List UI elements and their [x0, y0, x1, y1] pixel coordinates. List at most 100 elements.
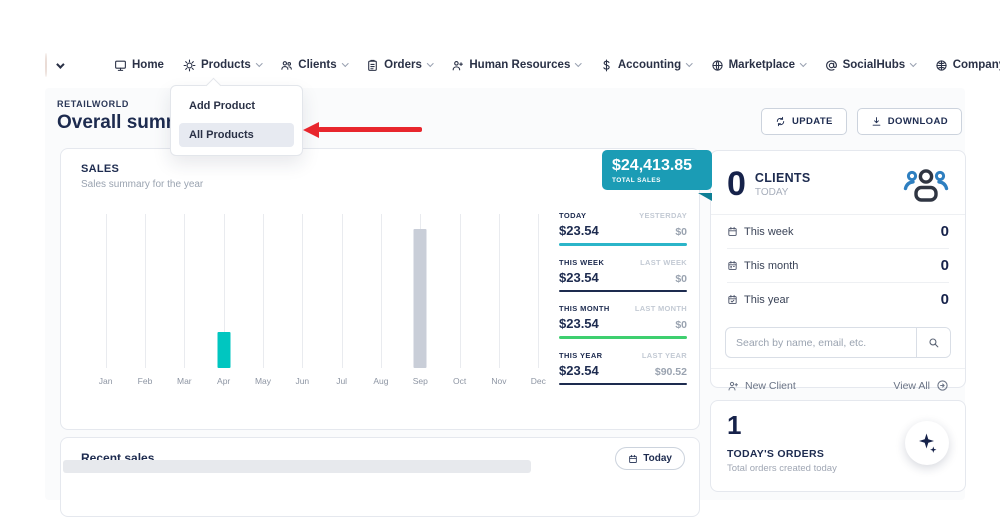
sales-card: SALES Sales summary for the year $24,413…	[60, 148, 700, 430]
nav-item-socialhubs[interactable]: SocialHubs	[825, 59, 916, 72]
nav-item-clients[interactable]: Clients	[280, 59, 347, 72]
badge-fold	[698, 193, 712, 201]
stat-compare-value: $0	[675, 273, 687, 285]
download-button[interactable]: DOWNLOAD	[857, 108, 962, 135]
nav-item-orders[interactable]: Orders	[366, 59, 432, 72]
chart-x-label: Apr	[204, 376, 243, 386]
gear-icon	[183, 59, 196, 72]
red-arrow-head	[303, 122, 319, 138]
chart-x-label: Mar	[165, 376, 204, 386]
chart-gridline	[499, 214, 500, 368]
clipboard-icon	[366, 59, 379, 72]
new-client-link[interactable]: New Client	[727, 380, 796, 392]
chart-x-label: Nov	[479, 376, 518, 386]
menu-item-add-product[interactable]: Add Product	[179, 94, 294, 118]
globe-grid-icon	[935, 59, 948, 72]
arrow-right-circle-icon	[936, 379, 949, 392]
today-filter-label: Today	[643, 453, 672, 464]
new-client-label: New Client	[745, 380, 796, 392]
client-search-button[interactable]	[916, 328, 950, 357]
update-button[interactable]: UPDATE	[761, 108, 847, 135]
chart-column: Dec	[519, 214, 558, 386]
chevron-down-icon	[427, 60, 433, 66]
chevron-down-icon	[256, 60, 262, 66]
chart-column: May	[243, 214, 282, 386]
stat-label: THIS YEAR	[559, 351, 602, 360]
clients-card: 0 CLIENTS TODAY This week 0 This mon	[710, 150, 966, 388]
stat-compare-label: YESTERDAY	[639, 211, 687, 220]
chart-x-label: Dec	[519, 376, 558, 386]
stat-value: $23.54	[559, 223, 599, 238]
refresh-icon	[775, 116, 786, 127]
chart-bar	[414, 229, 427, 368]
chart-column: Jul	[322, 214, 361, 386]
stat-value: $23.54	[559, 316, 599, 331]
recent-sales-card: Recent sales Today	[60, 437, 700, 517]
person-plus-icon	[727, 380, 739, 392]
total-sales-amount: $24,413.85	[612, 157, 702, 175]
calendar-icon	[628, 454, 638, 464]
stat-value: $23.54	[559, 270, 599, 285]
chart-x-label: Aug	[361, 376, 400, 386]
nav-item-human-resources[interactable]: Human Resources	[451, 59, 580, 72]
clients-row-label: This week	[744, 226, 794, 238]
chart-gridline	[460, 214, 461, 368]
chart-gridline	[184, 214, 185, 368]
sales-chart: JanFebMarAprMayJunJulAugSepOctNovDec	[86, 214, 558, 386]
nav-label: Products	[201, 59, 251, 71]
calendar-week-icon	[727, 226, 738, 237]
stat-underline	[559, 290, 687, 293]
chart-x-label: Jul	[322, 376, 361, 386]
chart-column: Aug	[361, 214, 400, 386]
chevron-down-icon	[342, 60, 348, 66]
at-sign-icon	[825, 59, 838, 72]
client-search	[725, 327, 951, 358]
total-sales-label: TOTAL SALES	[612, 177, 702, 184]
stat-value: $23.54	[559, 363, 599, 378]
stat-underline	[559, 383, 687, 386]
client-search-input[interactable]	[726, 328, 916, 357]
sales-card-subtitle: Sales summary for the year	[81, 179, 203, 190]
nav-label: Company	[953, 59, 1000, 71]
nav-label: Home	[132, 59, 164, 71]
nav-item-accounting[interactable]: Accounting	[600, 59, 692, 72]
nav-label: Clients	[298, 59, 336, 71]
chart-bar	[217, 332, 230, 368]
total-sales-badge: $24,413.85 TOTAL SALES	[602, 150, 712, 190]
chart-gridline	[106, 214, 107, 368]
stat-row-week: THIS WEEKLAST WEEK $23.54$0	[559, 258, 687, 293]
chart-column: Apr	[204, 214, 243, 386]
view-all-link[interactable]: View All	[893, 379, 949, 392]
chart-gridline	[302, 214, 303, 368]
breadcrumb: RETAILWORLD	[57, 99, 129, 109]
people-group-icon	[903, 164, 949, 204]
workspace-chevron-down-icon[interactable]	[56, 56, 62, 74]
calendar-year-icon	[727, 294, 738, 305]
chart-column: Nov	[479, 214, 518, 386]
nav-item-company[interactable]: Company	[935, 59, 1000, 72]
nav-label: SocialHubs	[843, 59, 906, 71]
ai-sparkle-button[interactable]	[905, 421, 949, 465]
stat-compare-label: LAST YEAR	[642, 351, 687, 360]
today-filter-button[interactable]: Today	[615, 447, 685, 470]
chart-gridline	[538, 214, 539, 368]
calendar-month-icon	[727, 260, 738, 271]
clients-row-value: 0	[941, 223, 949, 240]
globe-icon	[711, 59, 724, 72]
stat-compare-value: $0	[675, 319, 687, 331]
stat-compare-value: $90.52	[655, 366, 687, 378]
people-icon	[280, 59, 293, 72]
stat-label: TODAY	[559, 211, 586, 220]
main-menu: Home Products Clients Orders Human Resou…	[114, 59, 1000, 72]
clients-title: CLIENTS	[755, 171, 811, 185]
chart-column: Oct	[440, 214, 479, 386]
sparkle-icon	[915, 431, 939, 455]
nav-item-marketplace[interactable]: Marketplace	[711, 59, 806, 72]
workspace-logo[interactable]	[45, 53, 47, 77]
menu-item-all-products[interactable]: All Products	[179, 123, 294, 147]
nav-item-products[interactable]: Products	[183, 59, 261, 72]
nav-item-home[interactable]: Home	[114, 59, 164, 72]
stat-underline	[559, 243, 687, 246]
chart-x-label: Jun	[283, 376, 322, 386]
chart-gridline	[145, 214, 146, 368]
